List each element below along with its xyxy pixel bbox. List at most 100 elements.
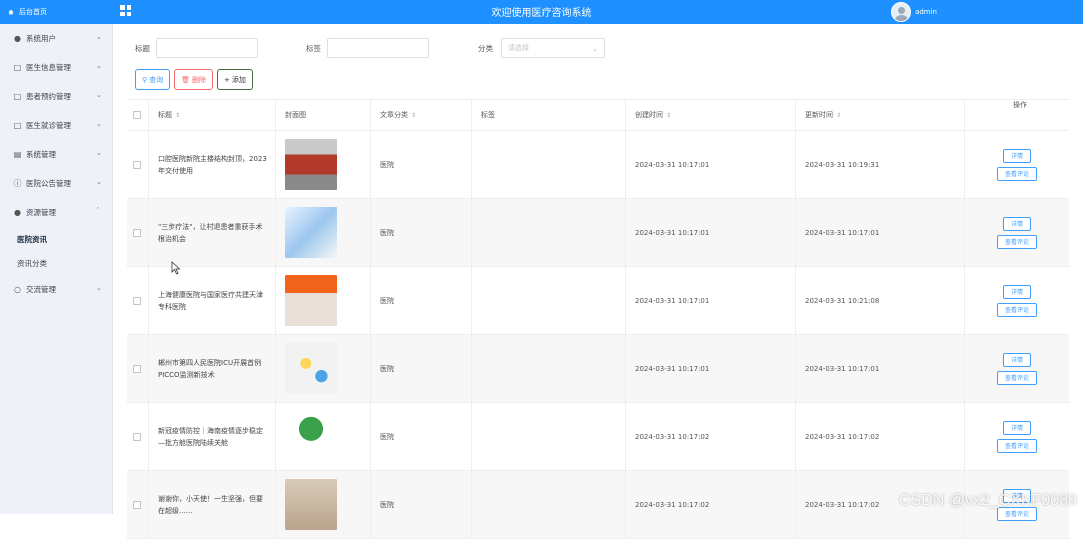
row-category: 医院 (380, 432, 394, 442)
sidebar-item-resources[interactable]: ● 资源管理 ˆ (0, 198, 112, 227)
table-row: 郴州市第四人民医院ICU开展首例PICCO监测新技术 医院 2024-03-31… (127, 335, 1069, 403)
category-select[interactable]: 请选择 ⌄ (501, 38, 605, 58)
tags-filter-label: 标签 (306, 43, 321, 54)
column-created[interactable]: 创建时间⇕ (626, 100, 796, 130)
user-icon: ● (13, 34, 22, 43)
view-comments-button[interactable]: 查看评论 (997, 303, 1037, 317)
sidebar-item-consultations[interactable]: □ 医生就诊管理 ⌄ (0, 111, 112, 140)
sort-icon: ⇕ (175, 112, 180, 119)
column-cover: 封面图 (276, 100, 371, 130)
sidebar-item-system-admin[interactable]: ▤ 系统管理 ⌄ (0, 140, 112, 169)
row-title: 口腔医院新院主楼结构封顶，2023年交付使用 (158, 153, 275, 177)
location-icon: ● (13, 208, 22, 217)
row-category: 医院 (380, 296, 394, 306)
detail-button[interactable]: 详情 (1003, 217, 1031, 231)
chevron-down-icon: ⌄ (96, 179, 102, 185)
row-title: 新冠疫情防控｜海南疫情逐步稳定—批方舱医院陆续关舱 (158, 425, 275, 449)
row-checkbox[interactable] (133, 501, 141, 509)
search-icon: ⚲ (142, 76, 147, 84)
sidebar-item-appointments[interactable]: □ 患者预约管理 ⌄ (0, 82, 112, 111)
title-input[interactable] (156, 38, 258, 58)
column-updated[interactable]: 更新时间⇕ (796, 100, 965, 130)
row-title: 郴州市第四人民医院ICU开展首例PICCO监测新技术 (158, 357, 275, 381)
add-button-label: 添加 (232, 75, 246, 85)
row-cover-image (285, 479, 337, 530)
sidebar-item-label: 医生就诊管理 (26, 120, 71, 131)
row-updated: 2024-03-31 10:17:01 (805, 365, 879, 373)
sidebar-item-system-users[interactable]: ● 系统用户 ⌄ (0, 24, 112, 53)
detail-button[interactable]: 详情 (1003, 149, 1031, 163)
row-category: 医院 (380, 228, 394, 238)
row-checkbox[interactable] (133, 297, 141, 305)
sidebar-item-doctor-info[interactable]: □ 医生信息管理 ⌄ (0, 53, 112, 82)
sidebar-item-label: 系统用户 (26, 33, 56, 44)
select-all-checkbox[interactable] (133, 111, 141, 119)
action-buttons: ⚲ 查询 🗑 删除 + 添加 (135, 69, 253, 90)
title-filter-label: 标题 (135, 43, 150, 54)
category-filter: 分类 请选择 ⌄ (478, 38, 605, 58)
row-created: 2024-03-31 10:17:02 (635, 433, 709, 441)
chevron-down-icon: ⌄ (96, 34, 102, 40)
category-select-placeholder: 请选择 (508, 43, 529, 53)
row-category: 医院 (380, 500, 394, 510)
table-body: 口腔医院新院主楼结构封顶，2023年交付使用 医院 2024-03-31 10:… (127, 131, 1069, 539)
sidebar-item-label: 医生信息管理 (26, 62, 71, 73)
consult-icon: □ (13, 121, 22, 130)
row-updated: 2024-03-31 10:21:08 (805, 297, 879, 305)
row-title: 谢谢你，小天使！一生坚强，但要在超级...... (158, 493, 275, 517)
title-filter: 标题 (135, 38, 258, 58)
tags-filter: 标签 (306, 38, 429, 58)
table-row: "三步疗法"，让村退患者重获手术根治机会 医院 2024-03-31 10:17… (127, 199, 1069, 267)
row-created: 2024-03-31 10:17:01 (635, 297, 709, 305)
row-checkbox[interactable] (133, 433, 141, 441)
row-category: 医院 (380, 364, 394, 374)
row-cover-image (285, 343, 337, 394)
chevron-down-icon: ⌄ (96, 150, 102, 156)
row-title: "三步疗法"，让村退患者重获手术根治机会 (158, 221, 275, 245)
sidebar-item-label: 资源管理 (26, 207, 56, 218)
delete-button[interactable]: 🗑 删除 (174, 69, 213, 90)
row-title: 上海健康医院与国家医疗共建天津专科医院 (158, 289, 275, 313)
row-created: 2024-03-31 10:17:01 (635, 229, 709, 237)
row-created: 2024-03-31 10:17:01 (635, 161, 709, 169)
tags-input[interactable] (327, 38, 429, 58)
detail-button[interactable]: 详情 (1003, 421, 1031, 435)
sidebar-item-label: 系统管理 (26, 149, 56, 160)
chat-icon: ○ (13, 285, 22, 294)
chevron-down-icon: ⌄ (96, 63, 102, 69)
view-comments-button[interactable]: 查看评论 (997, 167, 1037, 181)
delete-button-label: 删除 (192, 75, 206, 85)
row-updated: 2024-03-31 10:17:02 (805, 501, 879, 509)
user-menu[interactable]: admin (891, 2, 937, 22)
view-comments-button[interactable]: 查看评论 (997, 235, 1037, 249)
sidebar-subitem-hospital-news[interactable]: 医院资讯 (0, 227, 112, 251)
detail-button[interactable]: 详情 (1003, 353, 1031, 367)
add-button[interactable]: + 添加 (217, 69, 253, 90)
avatar (891, 2, 911, 22)
view-comments-button[interactable]: 查看评论 (997, 371, 1037, 385)
column-category[interactable]: 文章分类⇕ (371, 100, 472, 130)
row-checkbox[interactable] (133, 161, 141, 169)
news-table: 标题⇕ 封面图 文章分类⇕ 标签 创建时间⇕ 更新时间⇕ 操作 口腔医院新院主楼… (127, 99, 1069, 539)
row-cover-image (285, 139, 337, 190)
query-button[interactable]: ⚲ 查询 (135, 69, 170, 90)
plus-icon: + (224, 76, 230, 84)
chevron-down-icon: ⌄ (592, 45, 598, 53)
sidebar-item-label: 交流管理 (26, 284, 56, 295)
row-updated: 2024-03-31 10:17:02 (805, 433, 879, 441)
sidebar-item-notices[interactable]: ⓘ 医院公告管理 ⌄ (0, 169, 112, 198)
settings-icon: ▤ (13, 150, 22, 159)
row-checkbox[interactable] (133, 229, 141, 237)
chevron-down-icon: ⌄ (96, 121, 102, 127)
detail-button[interactable]: 详情 (1003, 285, 1031, 299)
sidebar-item-communication[interactable]: ○ 交流管理 ⌄ (0, 275, 112, 304)
view-comments-button[interactable]: 查看评论 (997, 439, 1037, 453)
row-checkbox[interactable] (133, 365, 141, 373)
chevron-down-icon: ⌄ (96, 285, 102, 291)
notice-icon: ⓘ (13, 179, 22, 188)
sidebar-subitem-news-category[interactable]: 资讯分类 (0, 251, 112, 275)
column-title[interactable]: 标题⇕ (149, 100, 276, 130)
row-category: 医院 (380, 160, 394, 170)
table-header: 标题⇕ 封面图 文章分类⇕ 标签 创建时间⇕ 更新时间⇕ 操作 (127, 100, 1069, 131)
appointment-icon: □ (13, 92, 22, 101)
